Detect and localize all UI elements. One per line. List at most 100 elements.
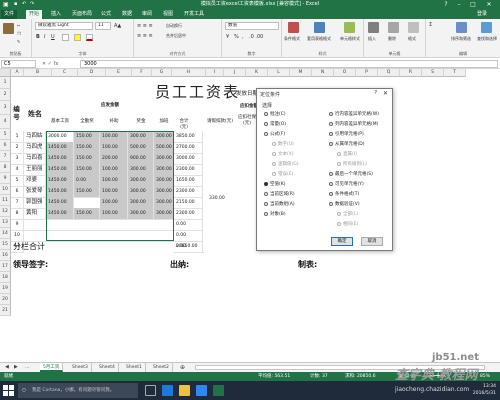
fill-color-icon[interactable] [74, 34, 81, 41]
dialog-option[interactable]: 文本(X) [272, 151, 294, 158]
excel-taskbar-icon[interactable] [213, 385, 224, 396]
row-header[interactable]: 6 [0, 140, 11, 151]
format-cells-icon[interactable] [408, 22, 419, 33]
pay-cell[interactable] [154, 219, 174, 220]
pay-cell[interactable] [74, 230, 100, 231]
tab-page-layout[interactable]: 页面布局 [69, 10, 95, 19]
dialog-help-button[interactable]: ? [374, 90, 377, 96]
column-header[interactable]: C [52, 69, 78, 77]
close-window-button[interactable]: ✕ [484, 0, 494, 9]
dialog-option[interactable]: 数据验证(V) [329, 201, 360, 208]
tab-file[interactable]: 文件 [1, 10, 18, 19]
zoom-level[interactable]: 85% [480, 372, 490, 381]
dialog-option[interactable]: 对象(B) [264, 211, 286, 218]
row-header[interactable]: 4 [0, 115, 11, 129]
delete-cells-icon[interactable] [388, 22, 399, 33]
decimal-icon[interactable]: .0 .00 [249, 34, 263, 40]
add-sheet-icon[interactable]: ⊕ [177, 363, 188, 372]
undo-icon[interactable]: ↶ [22, 0, 26, 9]
italic-button[interactable]: I [44, 34, 45, 40]
cancel-button[interactable]: 取消 [361, 237, 383, 246]
dialog-option[interactable]: 错误(E) [272, 171, 293, 178]
font-size-select[interactable]: 11 [95, 22, 111, 30]
dialog-option[interactable]: 最后一个单元格(S) [329, 171, 373, 178]
dialog-close-button[interactable]: ✕ [383, 90, 388, 97]
row-header[interactable]: 13 [0, 217, 11, 228]
grow-font-icon[interactable]: A▲ [114, 23, 121, 29]
ok-button[interactable]: 确定 [331, 237, 353, 246]
delete-button[interactable]: 删除 [388, 36, 396, 42]
pay-cell[interactable] [154, 241, 174, 242]
conditional-format-icon[interactable] [288, 22, 299, 33]
conditional-format-button[interactable]: 条件格式 [284, 36, 300, 42]
worksheet-grid[interactable]: ABCDEFGHIJKLMNOPQRST 1 2 3 4 5 6 7 8 9 10 11 12 13 14… [0, 69, 500, 362]
dialog-option[interactable]: 公式(F) [264, 131, 285, 138]
cortana-search-box[interactable]: ○ 我是 Cortana，小娜。有问题尽管问我。 [18, 383, 138, 398]
format-painter-icon[interactable]: ✎ [17, 39, 20, 44]
column-header[interactable]: R [400, 69, 422, 77]
sheet-tab-sheet4[interactable]: Sheet4 [96, 363, 119, 372]
column-header[interactable]: Q [378, 69, 400, 77]
borders-icon[interactable] [62, 34, 69, 41]
copy-icon[interactable]: ❐ [17, 31, 21, 36]
tab-formulas[interactable]: 公式 [98, 10, 114, 19]
store-icon[interactable] [196, 385, 207, 396]
row-header[interactable]: 1 [0, 77, 11, 89]
row-header[interactable]: 2 [0, 89, 11, 101]
paste-icon[interactable] [3, 23, 14, 34]
row-header[interactable]: 3 [0, 101, 11, 115]
dialog-option[interactable]: 逻辑值(G) [272, 161, 299, 168]
column-header[interactable]: P [356, 69, 378, 77]
pay-cell[interactable] [46, 241, 74, 242]
save-icon[interactable]: ▪ [14, 0, 17, 9]
column-header[interactable]: B [24, 69, 52, 77]
dialog-option[interactable]: 批注(C) [264, 111, 286, 118]
sign-in-link[interactable]: 登录 [474, 10, 490, 19]
row-header[interactable]: 12 [0, 206, 11, 217]
cut-icon[interactable]: ✂ [17, 23, 20, 28]
sheet-scroll-right-icon[interactable]: ▶ [11, 363, 21, 372]
column-header[interactable]: L [268, 69, 290, 77]
tab-developer[interactable]: 开发工具 [181, 10, 207, 19]
sort-filter-button[interactable]: 排序和筛选 [448, 36, 474, 42]
column-header[interactable]: S [422, 69, 444, 77]
task-view-icon[interactable] [145, 385, 156, 396]
format-button[interactable]: 格式 [408, 36, 416, 42]
underline-button[interactable]: U [51, 34, 55, 40]
redo-icon[interactable]: ↷ [30, 0, 34, 9]
column-header[interactable]: E [106, 69, 132, 77]
dialog-option[interactable]: 空值(K) [264, 181, 285, 188]
sort-filter-icon[interactable] [456, 22, 467, 33]
column-header[interactable]: N [312, 69, 334, 77]
column-header[interactable]: A [11, 69, 24, 77]
column-header[interactable]: T [444, 69, 466, 77]
insert-cells-icon[interactable] [368, 22, 379, 33]
file-explorer-icon[interactable] [179, 385, 190, 396]
edge-icon[interactable] [162, 385, 173, 396]
column-header[interactable]: G [152, 69, 172, 77]
number-format-select[interactable]: 数值 [225, 22, 279, 30]
pay-cell[interactable] [100, 219, 128, 220]
dialog-option[interactable]: 列内容差异单元格(M) [329, 121, 378, 128]
pay-cell[interactable] [74, 241, 100, 242]
windows-start-icon[interactable] [3, 385, 14, 396]
cell-extra-k[interactable]: 330.00 [207, 193, 237, 204]
row-header[interactable]: 19 [0, 283, 11, 294]
cell-style-button[interactable]: 单元格样式 [336, 36, 364, 42]
font-name-select[interactable]: 微软雅黑 Light [35, 22, 93, 30]
table-format-icon[interactable] [314, 22, 325, 33]
sheet-tab-may[interactable]: 5月工资 [40, 363, 64, 372]
table-format-button[interactable]: 套用表格格式 [304, 36, 334, 42]
name-box[interactable]: C5 [1, 60, 36, 68]
system-clock[interactable]: 13:34 2016/5/31 [473, 383, 496, 397]
column-header[interactable]: O [334, 69, 356, 77]
find-select-icon[interactable] [481, 22, 492, 33]
pay-cell[interactable] [74, 219, 100, 220]
tab-home[interactable]: 开始 [26, 10, 43, 19]
dialog-option[interactable]: 常量(O) [264, 121, 286, 128]
align-top-icon[interactable]: ≡ ≡ ≡ [137, 23, 153, 29]
row-header[interactable]: 5 [0, 129, 11, 140]
row-header[interactable]: 16 [0, 250, 11, 261]
autosum-icon[interactable]: Σ [429, 22, 432, 28]
employee-name[interactable] [24, 219, 46, 220]
